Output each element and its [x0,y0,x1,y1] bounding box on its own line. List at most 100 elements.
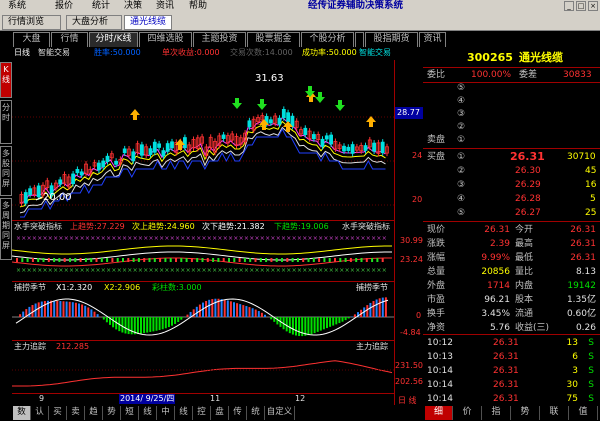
candle-body [139,144,144,156]
bottom-tab-1[interactable]: 认 [31,406,49,420]
oscillator-bar [276,317,279,325]
stat-value: 5.76 [489,323,510,333]
side-tab-timeshare[interactable]: 分时 [0,100,12,144]
doc-tab-market-browse[interactable]: 行情浏览 [2,15,61,30]
candle-body [161,150,166,157]
band-mark: × [217,267,222,274]
tab-index[interactable]: 大盘 [13,32,50,47]
stat-value: 2.39 [489,239,510,249]
bottom-tab-11[interactable]: 盘 [211,406,229,420]
band-mark: × [64,267,69,274]
oscillator-bar [81,304,84,317]
oscillator-bar [341,317,344,322]
bottom-tab-13[interactable]: 统 [247,406,265,420]
divider [423,67,600,68]
tick-price: 26.31 [493,338,519,348]
oscillator-bar [375,299,378,317]
side-tab-multi-period[interactable]: 多周期同屏 [0,198,12,260]
maximize-icon[interactable]: □ [576,1,586,11]
bottom-tab-9[interactable]: 线 [175,406,193,420]
quote-tab-price[interactable]: 价 [453,406,482,420]
menu-quote[interactable]: 报价 [55,0,73,12]
bottom-tab-0[interactable]: 数 [13,406,31,420]
candle-body [122,148,127,154]
bottom-tab-4[interactable]: 趋 [85,406,103,420]
doc-tab-stock[interactable]: 通光线缆 [124,15,172,30]
tab-news[interactable]: 资讯 [419,32,446,47]
buy-1-price: 26.31 [510,150,545,163]
tab-stock-picking[interactable]: 四维选股 [139,32,192,47]
quote-tab-detail[interactable]: 细 [425,406,453,420]
candle-body [346,146,351,151]
band-mark [159,258,162,262]
quote-tab-index[interactable]: 指 [482,406,511,420]
tab-stock-mining[interactable]: 股票掘金 [247,32,300,47]
quote-tab-value[interactable]: 值 [569,406,598,420]
quote-tab-link[interactable]: 联 [540,406,569,420]
menu-help[interactable]: 帮助 [189,0,207,12]
band-mark: × [270,267,275,274]
bottom-tab-8[interactable]: 中 [157,406,175,420]
tab-kline[interactable]: 分时/K线 [89,32,138,47]
bottom-tab-7[interactable]: 线 [139,406,157,420]
side-tab-multi-stock[interactable]: 多股同屏 [0,146,12,196]
oscillator-bar [28,306,31,317]
band-mark: × [58,267,63,274]
stat-value: 0.26 [575,323,596,333]
band-mark [201,258,204,262]
bottom-tab-2[interactable]: 买 [49,406,67,420]
oscillator-bar [149,317,152,332]
tick-side: S [588,380,594,390]
buy-5-icon: ⑤ [457,208,466,218]
band-mark: × [159,267,164,274]
close-icon[interactable]: × [588,1,598,11]
menu-system[interactable]: 系统 [8,0,26,12]
band-mark: × [276,235,281,242]
band-mark: × [355,267,360,274]
tab-blank[interactable] [355,32,364,47]
tab-quotes[interactable]: 行情 [51,32,88,47]
oscillator-bar [155,317,158,331]
fishing-season-chart[interactable] [12,293,394,339]
stat-row: 涨跌 2.39 最高 26.31 [423,238,600,250]
bottom-tab-3[interactable]: 卖 [67,406,85,420]
bottom-tab-5[interactable]: 势 [103,406,121,420]
oscillator-bar [239,304,242,317]
bottom-tab-10[interactable]: 控 [193,406,211,420]
band-mark: × [249,235,254,242]
bottom-tab-6[interactable]: 短 [121,406,139,420]
bottom-tab-custom[interactable]: 自定义 [265,406,295,420]
oscillator-bar [322,317,325,330]
oscillator-bar [127,317,130,335]
oscillator-bar [124,317,127,334]
candle-body [342,145,346,152]
band-mark: × [361,235,366,242]
tab-index-futures[interactable]: 股指期货 [365,32,418,47]
menu-bar: 系统 报价 统计 决策 资讯 帮助 经传证券辅助决策系统 _ □ × [0,0,600,12]
panel3-title: 捕捞季节 [14,283,46,292]
oscillator-bar [167,317,170,328]
menu-stats[interactable]: 统计 [92,0,110,12]
candle-body [58,179,63,185]
doc-tab-index-analysis[interactable]: 大盘分析 [66,15,122,30]
band-mark: × [32,267,37,274]
minimize-icon[interactable]: _ [564,1,574,11]
quote-tab-trend[interactable]: 势 [511,406,540,420]
sailor-indicator-chart[interactable]: ××××××××××××××××××××××××××××××××××××××××… [12,232,394,280]
menu-decision[interactable]: 决策 [124,0,142,12]
weibi-row: 委比 100.00% 委差 30833 [423,69,600,81]
tab-theme-invest[interactable]: 主题投资 [193,32,246,47]
band-mark [190,258,193,262]
band-mark: × [90,267,95,274]
main-force-chart[interactable] [12,352,394,392]
band-mark: × [127,267,132,274]
candle-body [148,148,153,155]
menu-news[interactable]: 资讯 [156,0,174,12]
cursor-price-box: 28.77 [394,107,423,119]
side-tab-kline[interactable]: K线 [0,62,12,98]
band-mark: × [276,267,281,274]
tab-stock-analysis[interactable]: 个股分析 [301,32,354,47]
document-tabs: 行情浏览 大盘分析 通光线缆 [0,12,600,31]
bottom-tab-12[interactable]: 传 [229,406,247,420]
band-mark: × [74,235,79,242]
